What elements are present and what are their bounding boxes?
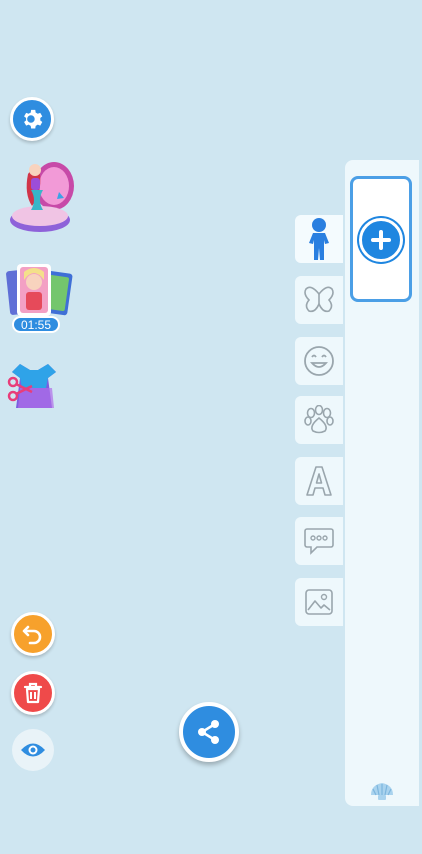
add-button[interactable] — [359, 218, 403, 262]
preview-toggle-button[interactable] — [12, 729, 54, 771]
plus-icon — [371, 230, 391, 250]
person-icon — [309, 218, 329, 260]
tab-emoji[interactable] — [295, 337, 343, 385]
tab-speech-bubble[interactable] — [295, 517, 343, 565]
tab-background[interactable] — [295, 578, 343, 626]
emoji-icon — [304, 346, 334, 376]
butterfly-icon — [304, 286, 334, 313]
undo-icon — [22, 625, 42, 645]
tab-text[interactable] — [295, 457, 343, 505]
shell-icon — [371, 783, 393, 800]
mermaid-character-icon — [10, 162, 74, 232]
gear-icon — [24, 109, 43, 129]
mermaid-shell-item[interactable] — [4, 154, 76, 236]
share-icon — [198, 720, 219, 744]
paw-icon — [304, 405, 334, 434]
dress-scissors-icon — [7, 364, 56, 408]
undo-button[interactable] — [11, 612, 55, 656]
photo-cards-icon — [6, 264, 73, 316]
tab-butterfly[interactable] — [295, 276, 343, 324]
settings-button[interactable] — [10, 97, 54, 141]
tab-character[interactable] — [295, 215, 343, 263]
outfit-item[interactable] — [6, 360, 58, 414]
chat-bubble-icon — [304, 528, 334, 555]
image-icon — [305, 589, 333, 615]
eye-icon — [21, 743, 45, 757]
delete-button[interactable] — [11, 671, 55, 715]
tab-pets[interactable] — [295, 396, 343, 444]
trash-icon — [23, 682, 43, 704]
panel-bottom-decoration — [369, 781, 395, 803]
share-button[interactable] — [179, 702, 239, 762]
countdown-timer: 01:55 — [12, 316, 60, 333]
text-a-icon — [306, 466, 332, 496]
